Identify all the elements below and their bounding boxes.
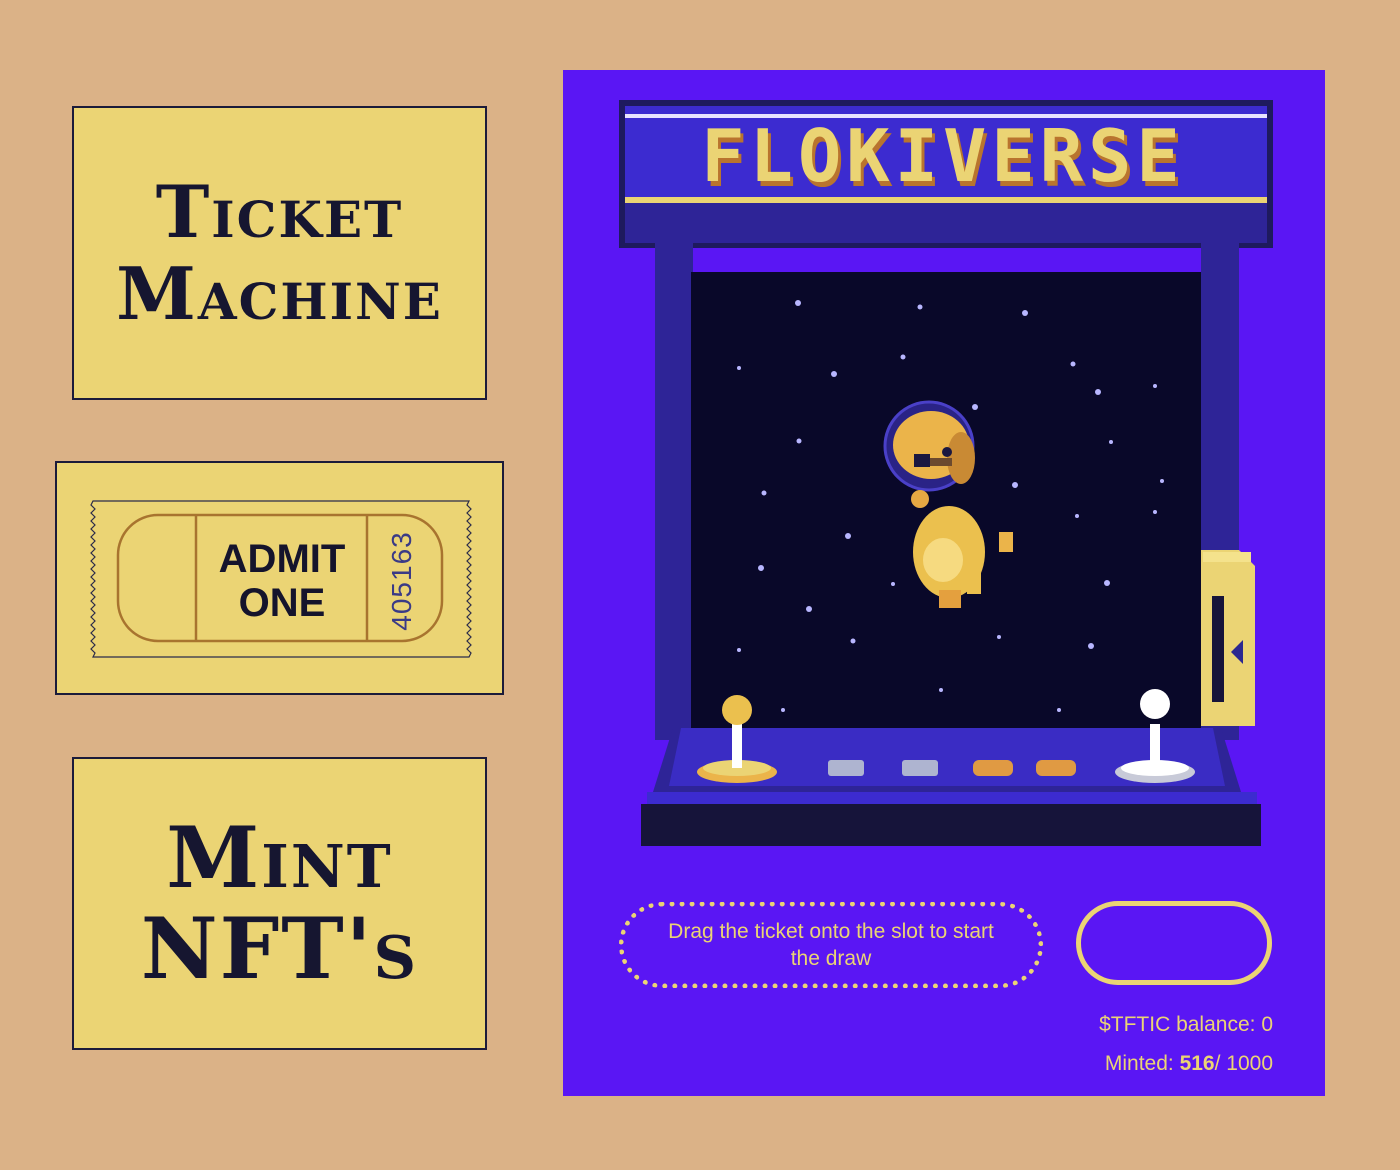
balance-label: $TFTIC balance:	[1099, 1013, 1262, 1036]
ticket-machine-label-line2: Machine	[116, 251, 443, 336]
drag-hint-text: Drag the ticket onto the slot to start t…	[668, 919, 994, 970]
arcade-marquee: FLOKIVERSE FLOKIVERSE	[619, 100, 1273, 248]
ticket-number: 405163	[386, 531, 417, 630]
mint-nfts-button[interactable]: Mint NFT's	[72, 757, 487, 1050]
ticket-admit-line1: ADMIT	[219, 537, 346, 581]
arcade-button-2	[902, 760, 938, 776]
minted-label: Minted:	[1104, 1052, 1180, 1075]
arcade-cabinet: FLOKIVERSE FLOKIVERSE	[619, 100, 1273, 846]
minted-value: 516	[1179, 1052, 1215, 1075]
balance-value: 0	[1261, 1013, 1273, 1036]
draw-button[interactable]	[1076, 901, 1272, 985]
arcade-button-1	[828, 760, 864, 776]
minted-count: Minted: 516/ 1000	[1105, 1052, 1273, 1076]
marquee-title: FLOKIVERSE	[701, 114, 1184, 198]
minted-total: / 1000	[1214, 1052, 1273, 1075]
arcade-button-4	[1036, 760, 1076, 776]
arcade-panel: FLOKIVERSE FLOKIVERSE Drag the ticket on…	[563, 70, 1325, 1096]
ticket-machine-button[interactable]: Ticket Machine	[72, 106, 487, 400]
drag-hint: Drag the ticket onto the slot to start t…	[619, 902, 1043, 988]
ticket-graphic: ADMIT ONE 405163	[90, 500, 472, 658]
admit-one-ticket[interactable]: ADMIT ONE 405163	[55, 461, 504, 695]
tftic-balance: $TFTIC balance: 0	[1099, 1013, 1273, 1037]
mint-label-line1: Mint	[166, 807, 393, 907]
mint-label-line2: NFT's	[140, 898, 419, 998]
ticket-admit-line2: ONE	[239, 581, 326, 625]
ticket-machine-label-line1: Ticket	[155, 169, 404, 254]
cabinet-left-side	[655, 242, 693, 740]
ticket-slot-icon[interactable]	[1201, 550, 1255, 726]
arcade-button-3	[973, 760, 1013, 776]
arcade-screen	[691, 272, 1201, 730]
